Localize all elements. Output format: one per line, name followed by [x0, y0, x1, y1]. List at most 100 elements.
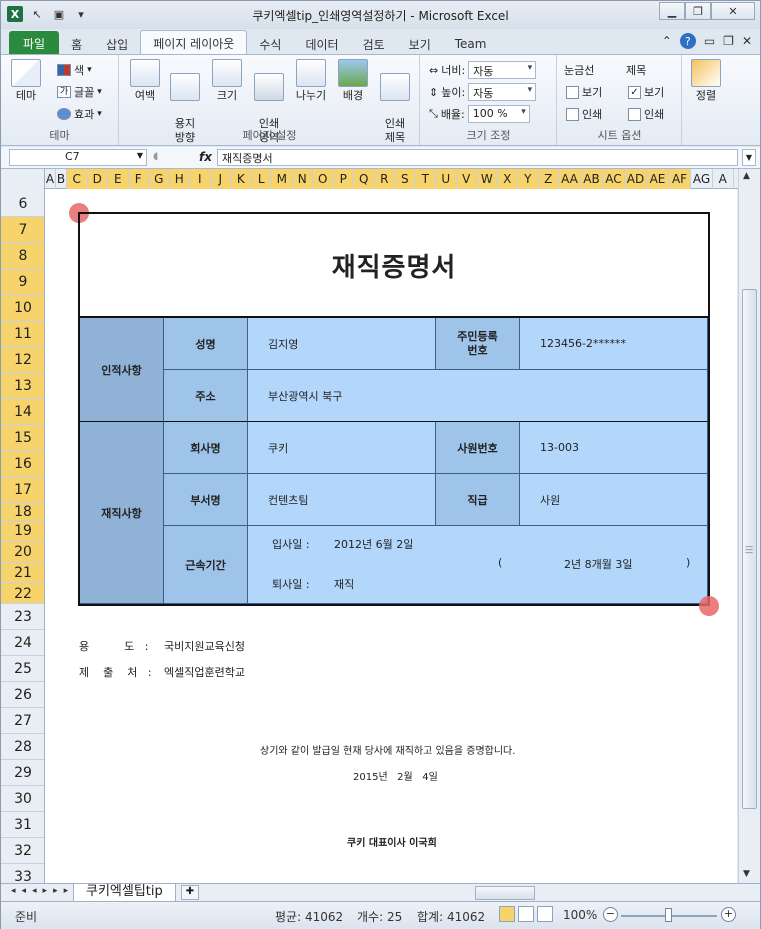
row-header[interactable]: 24	[1, 630, 44, 656]
column-header[interactable]: AD	[625, 169, 647, 189]
column-header[interactable]: AA	[559, 169, 581, 189]
column-header[interactable]: K	[231, 169, 252, 189]
tab-insert[interactable]: 삽입	[94, 33, 140, 55]
column-header[interactable]: E	[108, 169, 129, 189]
column-header[interactable]: AG	[691, 169, 713, 189]
formula-cancel-icon[interactable]: ◖	[153, 151, 158, 162]
submit-value[interactable]: 엑셀직업훈련학교	[164, 664, 245, 680]
status-sum[interactable]: 합계: 41062	[417, 908, 485, 925]
headings-print-check[interactable]	[628, 107, 641, 121]
rank-value[interactable]: 사원	[520, 474, 708, 526]
column-header[interactable]: AF	[669, 169, 691, 189]
dept-label[interactable]: 부서명	[164, 474, 248, 526]
sheet-grid[interactable]: 재직증명서 인적사항 성명 김지영 주민등록 번호 123456-2******…	[45, 189, 737, 883]
page-break-view-icon[interactable]	[537, 906, 553, 922]
row-header[interactable]: 12	[1, 347, 44, 373]
row-header[interactable]: 20	[1, 542, 44, 563]
vertical-scroll-thumb[interactable]: — — —	[742, 289, 757, 809]
theme-button[interactable]: 테마	[7, 59, 45, 103]
sheet-nav-icon[interactable]: ◂◂◂▸▸▸	[11, 886, 74, 896]
column-header[interactable]: AB	[581, 169, 603, 189]
column-header[interactable]: AE	[647, 169, 669, 189]
column-header[interactable]: Q	[354, 169, 375, 189]
height-dropdown[interactable]: 자동	[468, 83, 537, 101]
margins-button[interactable]: 여백	[126, 59, 164, 103]
column-header[interactable]: W	[477, 169, 498, 189]
name-value[interactable]: 김지영	[248, 318, 436, 370]
status-average[interactable]: 평균: 41062	[275, 908, 343, 925]
column-header[interactable]: A	[45, 169, 56, 189]
column-header[interactable]: U	[436, 169, 457, 189]
row-header[interactable]: 13	[1, 373, 44, 399]
row-header[interactable]: 23	[1, 604, 44, 630]
row-header[interactable]: 33	[1, 864, 44, 883]
purpose-value[interactable]: 국비지원교육신청	[164, 638, 245, 654]
column-header[interactable]: P	[333, 169, 354, 189]
help-icon[interactable]: ?	[679, 33, 696, 49]
row-header[interactable]: 18	[1, 503, 44, 521]
tab-home[interactable]: 홈	[59, 33, 94, 55]
row-header[interactable]: 30	[1, 786, 44, 812]
size-button[interactable]: 크기	[208, 59, 246, 103]
page-layout-view-icon[interactable]	[518, 906, 534, 922]
signature[interactable]: 쿠키 대표이사 이국희	[347, 834, 437, 849]
expand-formula-icon[interactable]: ▼	[742, 149, 756, 166]
column-header[interactable]: O	[313, 169, 334, 189]
certification-statement[interactable]: 상기와 같이 발급일 현재 당사에 재직하고 있음을 증명합니다.	[260, 742, 515, 757]
width-dropdown[interactable]: 자동	[468, 61, 537, 79]
column-header[interactable]: D	[87, 169, 108, 189]
column-header[interactable]: V	[456, 169, 477, 189]
column-header[interactable]: M	[272, 169, 293, 189]
address-label[interactable]: 주소	[164, 370, 248, 422]
print-area-handle-bottom-right[interactable]	[699, 596, 719, 616]
row-header[interactable]: 16	[1, 451, 44, 477]
theme-effects-button[interactable]: 효과 ▾	[57, 105, 102, 123]
tab-team[interactable]: Team	[443, 33, 499, 55]
row-header[interactable]: 6	[1, 191, 44, 217]
column-header[interactable]: F	[128, 169, 149, 189]
document-title[interactable]: 재직증명서	[80, 214, 708, 318]
row-header[interactable]: 31	[1, 812, 44, 838]
tab-formulas[interactable]: 수식	[247, 33, 293, 55]
sheet-tab-active[interactable]: 쿠키엑셀팁tip	[73, 884, 176, 902]
column-header[interactable]: H	[169, 169, 190, 189]
tab-view[interactable]: 보기	[397, 33, 443, 55]
row-header[interactable]: 22	[1, 584, 44, 604]
select-all-corner[interactable]	[1, 169, 45, 189]
column-header[interactable]: AC	[603, 169, 625, 189]
background-button[interactable]: 배경	[334, 59, 372, 103]
column-header[interactable]: L	[251, 169, 272, 189]
column-header[interactable]: G	[149, 169, 170, 189]
gridlines-print-check[interactable]	[566, 107, 579, 121]
tab-data[interactable]: 데이터	[293, 33, 350, 55]
dept-value[interactable]: 컨텐츠팀	[248, 474, 436, 526]
headings-view-checkbox[interactable]: ✓ 보기	[628, 83, 664, 101]
doc-restore-icon[interactable]: ❐	[723, 34, 734, 48]
column-header[interactable]: Z	[538, 169, 559, 189]
tenure-value[interactable]: 입사일 : 2012년 6월 2일 퇴사일 : 재직 ( 2년 8개월 3일 )	[248, 526, 708, 604]
horizontal-scrollbar[interactable]	[453, 886, 738, 900]
arrange-button[interactable]: 정렬	[687, 59, 725, 103]
row-header[interactable]: 8	[1, 243, 44, 269]
scale-spinner[interactable]: 100 %	[467, 105, 530, 123]
column-header[interactable]: R	[374, 169, 395, 189]
row-header[interactable]: 21	[1, 563, 44, 584]
name-box[interactable]: C7	[9, 149, 147, 166]
id-value[interactable]: 123456-2******	[520, 318, 708, 370]
row-header[interactable]: 14	[1, 399, 44, 425]
close-button[interactable]: ✕	[711, 2, 755, 20]
theme-fonts-button[interactable]: 가 글꼴 ▾	[57, 83, 102, 101]
theme-colors-button[interactable]: 색 ▾	[57, 61, 92, 79]
company-value[interactable]: 쿠키	[248, 422, 436, 474]
horizontal-scroll-thumb[interactable]	[475, 886, 535, 900]
status-count[interactable]: 개수: 25	[357, 908, 402, 925]
row-header[interactable]: 27	[1, 708, 44, 734]
column-header[interactable]: J	[210, 169, 231, 189]
scroll-down-icon[interactable]: ▼	[743, 869, 750, 879]
emp-no-label[interactable]: 사원번호	[436, 422, 520, 474]
address-value[interactable]: 부산광역시 북구	[248, 370, 708, 422]
zoom-in-icon[interactable]: +	[721, 907, 736, 922]
column-header[interactable]: T	[415, 169, 436, 189]
row-header[interactable]: 15	[1, 425, 44, 451]
row-header[interactable]: 25	[1, 656, 44, 682]
